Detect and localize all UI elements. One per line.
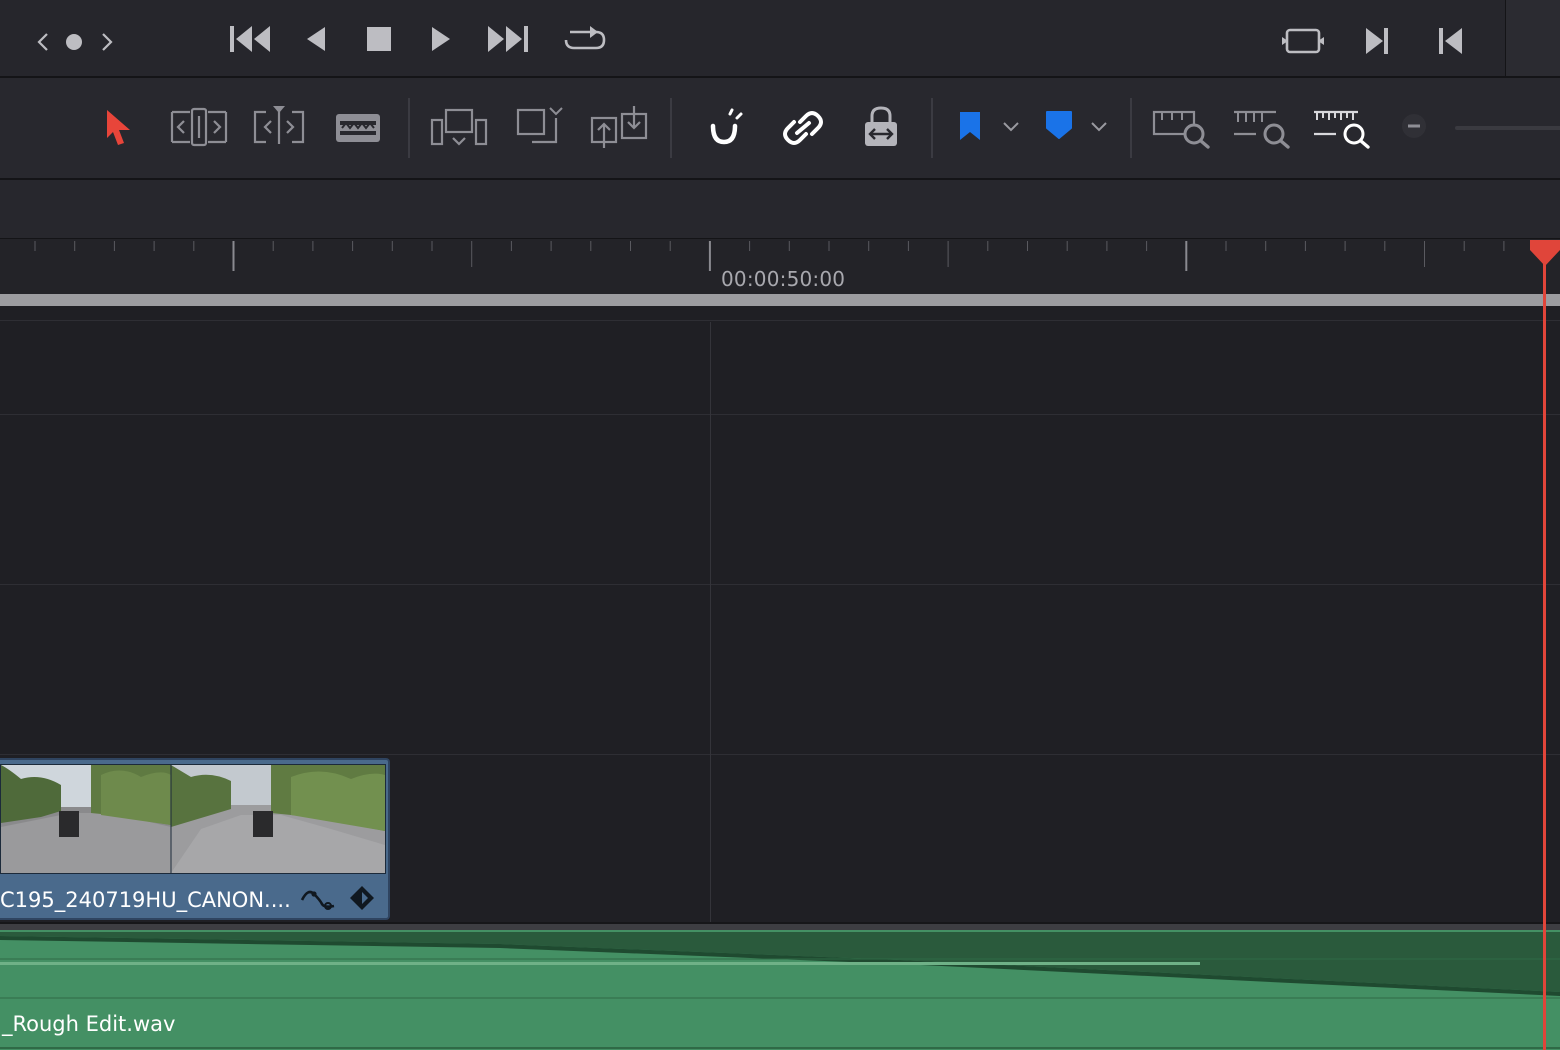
zoom-slider-track[interactable] (1455, 126, 1560, 130)
audio-waveform (0, 930, 1560, 1050)
chevron-left-icon[interactable] (34, 30, 52, 54)
toolbar-separator (931, 98, 933, 158)
zoom-full-extent-icon[interactable] (1152, 108, 1212, 149)
track-divider (0, 414, 1560, 415)
curve-editor-icon[interactable] (300, 884, 338, 914)
ruler-ticks (34, 241, 1545, 271)
match-frame-icon[interactable] (1282, 26, 1324, 56)
transport-bar (0, 0, 1560, 78)
toolbar-separator (1130, 98, 1132, 158)
audio-clip[interactable]: _Rough Edit.wav (0, 930, 1560, 1050)
next-edit-icon[interactable] (1363, 26, 1393, 56)
marker-icon[interactable] (1045, 110, 1073, 140)
chevron-down-icon[interactable] (1001, 120, 1021, 134)
play-reverse-icon[interactable] (303, 24, 329, 54)
audio-clip-name: _Rough Edit.wav (2, 1012, 176, 1036)
zoom-detail-icon[interactable] (1232, 108, 1292, 149)
dot-icon[interactable] (64, 32, 84, 52)
keyframe-icon[interactable] (348, 884, 376, 912)
toolbar-separator (670, 98, 672, 158)
dynamic-trim-mode-icon[interactable] (252, 104, 306, 146)
blade-edit-mode-icon[interactable] (334, 112, 382, 144)
chevron-down-icon[interactable] (1089, 120, 1109, 134)
flag-icon[interactable] (958, 110, 982, 142)
timecode-guide-line (710, 322, 711, 922)
previous-edit-icon[interactable] (1436, 26, 1466, 56)
replace-clip-icon[interactable] (590, 104, 650, 150)
clip-thumbnails (0, 764, 386, 874)
timeline-toolbar (0, 78, 1560, 180)
playhead-line[interactable] (1543, 252, 1546, 1050)
zoom-out-icon[interactable] (1400, 112, 1430, 142)
position-lock-icon[interactable] (862, 106, 900, 148)
trim-edit-mode-icon[interactable] (170, 107, 228, 147)
ruler-timecode-label: 00:00:50:00 (721, 267, 846, 291)
skip-to-start-icon[interactable] (228, 24, 272, 54)
play-icon[interactable] (428, 24, 454, 54)
clip-thumbnail-image (1, 765, 385, 873)
linked-selection-icon[interactable] (782, 108, 824, 148)
playhead-handle-icon[interactable] (1528, 238, 1560, 268)
zoom-custom-icon[interactable] (1312, 108, 1372, 149)
overwrite-clip-icon[interactable] (516, 104, 566, 150)
track-divider (0, 320, 1560, 321)
snapping-icon[interactable] (704, 108, 746, 148)
timeline-range-bar[interactable] (0, 294, 1560, 306)
chevron-right-icon[interactable] (98, 30, 116, 54)
timecode-ruler[interactable]: 00:00:50:00 (0, 238, 1560, 295)
selection-mode-icon[interactable] (104, 108, 134, 146)
timeline-header-area (0, 180, 1560, 238)
insert-clip-icon[interactable] (430, 106, 490, 150)
track-divider (0, 584, 1560, 585)
track-divider (0, 754, 1560, 755)
skip-to-end-icon[interactable] (486, 24, 530, 54)
loop-icon[interactable] (562, 22, 608, 56)
toolbar-separator (408, 98, 410, 158)
video-clip[interactable]: C195_240719HU_CANON.... (0, 758, 390, 920)
viewer-panel-edge (1505, 0, 1560, 76)
stop-icon[interactable] (365, 26, 393, 54)
video-clip-name: C195_240719HU_CANON.... (0, 888, 291, 912)
